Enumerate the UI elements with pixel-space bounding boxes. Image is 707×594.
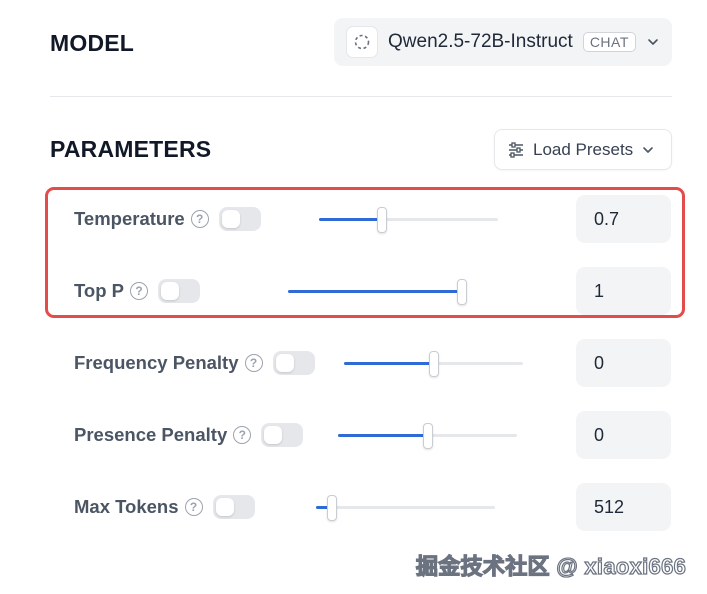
help-icon[interactable]: ? <box>244 354 263 372</box>
sliders-icon <box>507 141 525 159</box>
param-value-input[interactable] <box>576 411 671 459</box>
model-spinner-icon <box>346 26 378 58</box>
slider-thumb[interactable] <box>422 423 433 449</box>
slider-fill <box>344 362 434 365</box>
param-toggle[interactable] <box>272 351 315 375</box>
model-section-title: MODEL <box>50 30 135 56</box>
load-presets-label: Load Presets <box>533 139 634 159</box>
param-label: Presence Penalty <box>74 424 228 445</box>
help-icon[interactable]: ? <box>233 426 252 444</box>
load-presets-button[interactable]: Load Presets <box>494 129 672 170</box>
slider-fill <box>338 434 428 437</box>
highlight-box <box>45 187 685 318</box>
watermark-text: 掘金技术社区 @ xiaoxi666 <box>415 553 687 579</box>
param-slider[interactable] <box>344 351 523 377</box>
param-label: Max Tokens <box>74 496 179 517</box>
param-toggle[interactable] <box>212 495 255 519</box>
chevron-down-icon <box>641 143 655 157</box>
help-icon[interactable]: ? <box>184 498 203 516</box>
chevron-down-icon <box>646 35 660 49</box>
model-selector[interactable]: Qwen2.5-72B-Instruct CHAT <box>334 18 672 66</box>
param-value-input[interactable] <box>576 483 671 531</box>
param-row-max-tokens: Max Tokens ? <box>0 483 707 531</box>
param-slider[interactable] <box>316 495 495 521</box>
model-type-badge: CHAT <box>582 32 636 52</box>
section-divider <box>50 96 672 97</box>
selected-model-name: Qwen2.5-72B-Instruct <box>388 31 573 52</box>
slider-thumb[interactable] <box>327 495 338 521</box>
param-row-presence-penalty: Presence Penalty ? <box>0 411 707 459</box>
param-label: Frequency Penalty <box>74 352 239 373</box>
param-row-frequency-penalty: Frequency Penalty ? <box>0 339 707 387</box>
parameters-section-title: PARAMETERS <box>50 136 212 162</box>
param-value-input[interactable] <box>576 339 671 387</box>
param-slider[interactable] <box>338 423 517 449</box>
param-toggle[interactable] <box>261 423 304 447</box>
slider-thumb[interactable] <box>428 351 439 377</box>
